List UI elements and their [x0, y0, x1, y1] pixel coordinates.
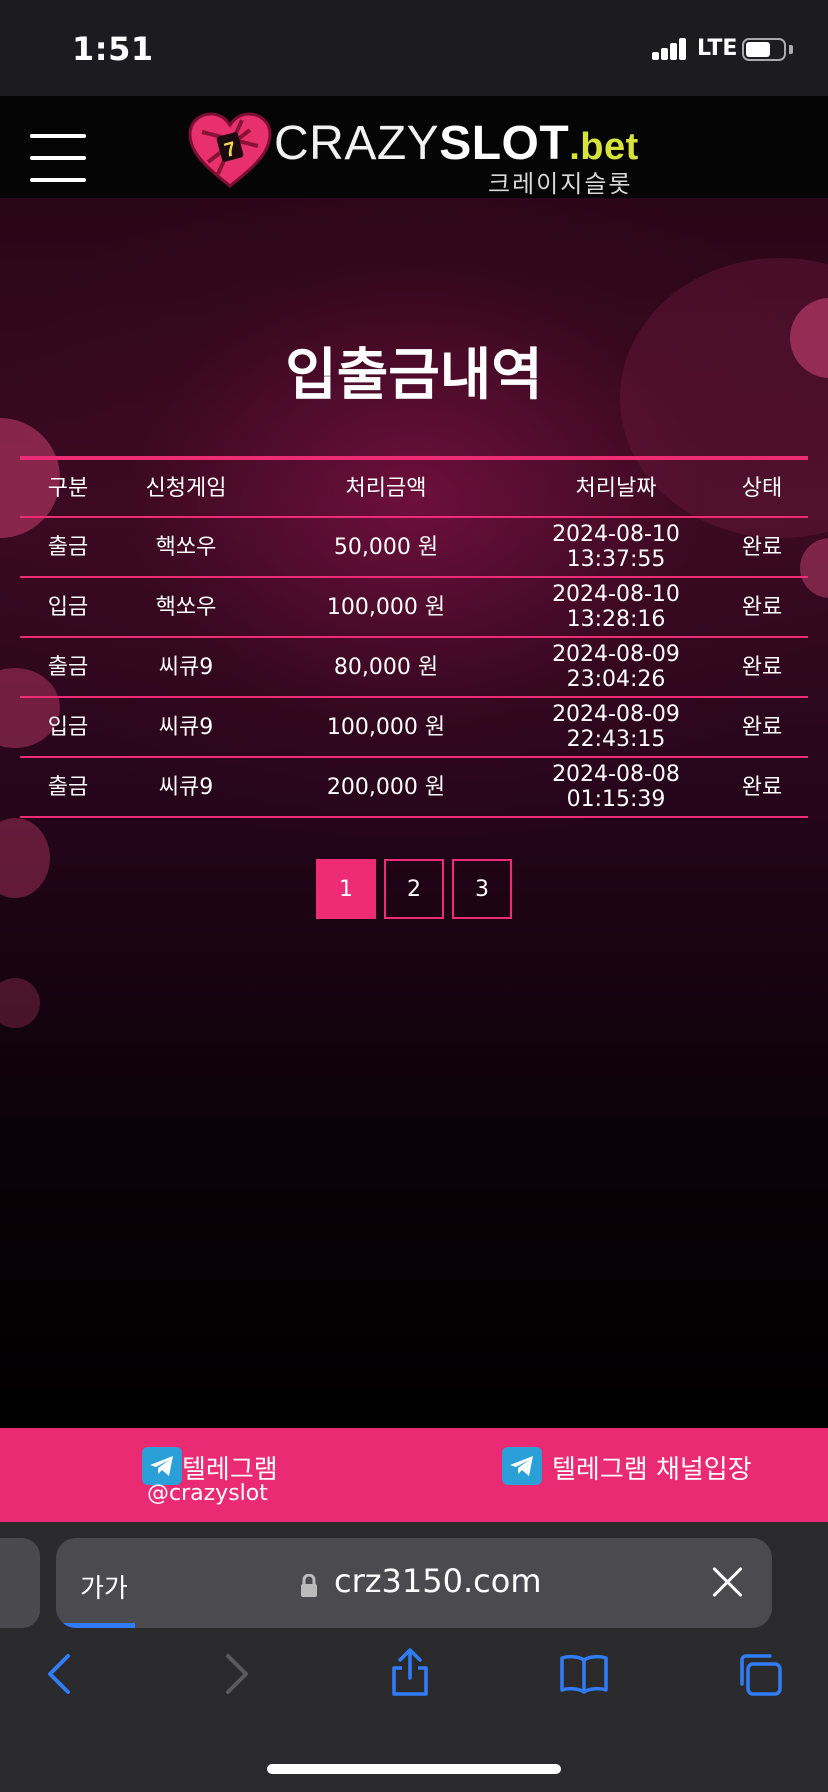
hamburger-icon[interactable] [30, 132, 86, 182]
telegram-handle: @crazyslot [147, 1481, 268, 1506]
row-time: 23:04:26 [566, 667, 666, 692]
row-date: 2024-08-08 [552, 762, 680, 787]
column-header-game: 신청게임 [145, 475, 227, 501]
telegram-channel-label: 텔레그램 채널입장 [552, 1455, 752, 1485]
chevron-right-icon[interactable] [222, 1652, 252, 1696]
row-amount: 200,000 원 [326, 774, 446, 800]
row-time: 01:15:39 [566, 787, 666, 812]
close-icon[interactable] [712, 1566, 744, 1598]
row-datetime: 2024-08-08 01:15:39 [516, 758, 716, 816]
row-date: 2024-08-09 [552, 642, 680, 667]
signal-strength-icon [652, 38, 688, 60]
battery-icon [742, 38, 786, 61]
column-header-type: 구분 [47, 475, 89, 501]
site-header: 7 CRAZYSLOT.bet 크레이지슬롯 [0, 96, 828, 198]
row-amount: 80,000 원 [333, 654, 439, 680]
column-header-status: 상태 [741, 475, 783, 501]
row-amount: 100,000 원 [326, 714, 446, 740]
row-time: 22:43:15 [566, 727, 666, 752]
row-game: 핵쏘우 [155, 594, 217, 620]
table-row: 출금 씨큐9 80,000 원 2024-08-09 23:04:26 완료 [20, 638, 808, 698]
decorative-heart [0, 978, 40, 1028]
row-datetime: 2024-08-10 13:37:55 [516, 518, 716, 576]
row-time: 13:37:55 [566, 547, 666, 572]
column-header-amount: 처리금액 [345, 475, 427, 501]
logo-wordmark: CRAZYSLOT.bet [274, 117, 639, 170]
table-row: 출금 핵쏘우 50,000 원 2024-08-10 13:37:55 완료 [20, 518, 808, 578]
table-row: 입금 핵쏘우 100,000 원 2024-08-10 13:28:16 완료 [20, 578, 808, 638]
telegram-icon [142, 1447, 182, 1485]
row-type: 출금 [47, 534, 89, 560]
address-bar[interactable]: 가가 crz3150.com [56, 1538, 772, 1628]
row-type: 출금 [47, 654, 89, 680]
row-date: 2024-08-10 [552, 582, 680, 607]
row-game: 씨큐9 [158, 714, 214, 740]
page-button-3[interactable]: 3 [452, 859, 512, 919]
row-time: 13:28:16 [566, 607, 666, 632]
row-datetime: 2024-08-10 13:28:16 [516, 578, 716, 636]
network-type: LTE [697, 36, 738, 61]
page-button-2[interactable]: 2 [384, 859, 444, 919]
row-game: 핵쏘우 [155, 534, 217, 560]
row-amount: 100,000 원 [326, 594, 446, 620]
status-time: 1:51 [72, 30, 154, 68]
row-game: 씨큐9 [158, 774, 214, 800]
lock-icon [301, 1574, 317, 1597]
table-row: 입금 씨큐9 100,000 원 2024-08-09 22:43:15 완료 [20, 698, 808, 758]
telegram-bar: 텔레그램 @crazyslot 텔레그램 채널입장 [0, 1428, 828, 1522]
row-date: 2024-08-09 [552, 702, 680, 727]
row-status: 완료 [741, 774, 783, 800]
tabs-icon[interactable] [736, 1652, 784, 1698]
site-logo[interactable]: 7 CRAZYSLOT.bet 크레이지슬롯 [188, 108, 648, 198]
column-header-date: 처리날짜 [575, 475, 657, 501]
url-text: crz3150.com [334, 1562, 542, 1600]
decorative-heart [0, 818, 50, 898]
home-indicator [267, 1764, 561, 1774]
chevron-left-icon[interactable] [44, 1652, 74, 1696]
row-datetime: 2024-08-09 23:04:26 [516, 638, 716, 696]
battery-tip [789, 45, 793, 54]
page-title: 입출금내역 [285, 343, 543, 408]
browser-toolbar: 가가 crz3150.com [0, 1522, 828, 1792]
row-status: 완료 [741, 594, 783, 620]
row-type: 입금 [47, 714, 89, 740]
text-size-button[interactable]: 가가 [80, 1568, 128, 1605]
page-load-progress [56, 1623, 135, 1628]
share-icon[interactable] [388, 1646, 432, 1698]
status-bar: 1:51 LTE [0, 0, 828, 96]
previous-tab-peek[interactable] [0, 1538, 40, 1628]
table-header-row: 구분 신청게임 처리금액 처리날짜 상태 [20, 460, 808, 518]
row-status: 완료 [741, 654, 783, 680]
row-type: 입금 [47, 594, 89, 620]
row-status: 완료 [741, 714, 783, 740]
table-row: 출금 씨큐9 200,000 원 2024-08-08 01:15:39 완료 [20, 758, 808, 818]
row-game: 씨큐9 [158, 654, 214, 680]
book-icon[interactable] [558, 1652, 610, 1696]
telegram-icon [502, 1447, 542, 1485]
row-status: 완료 [741, 534, 783, 560]
row-datetime: 2024-08-09 22:43:15 [516, 698, 716, 756]
row-type: 출금 [47, 774, 89, 800]
row-amount: 50,000 원 [333, 534, 439, 560]
transaction-table: 구분 신청게임 처리금액 처리날짜 상태 출금 핵쏘우 50,000 원 202… [20, 456, 808, 818]
row-date: 2024-08-10 [552, 522, 680, 547]
logo-subtitle: 크레이지슬롯 [488, 170, 633, 198]
page-button-1[interactable]: 1 [316, 859, 376, 919]
heart-logo-icon: 7 [188, 112, 272, 188]
